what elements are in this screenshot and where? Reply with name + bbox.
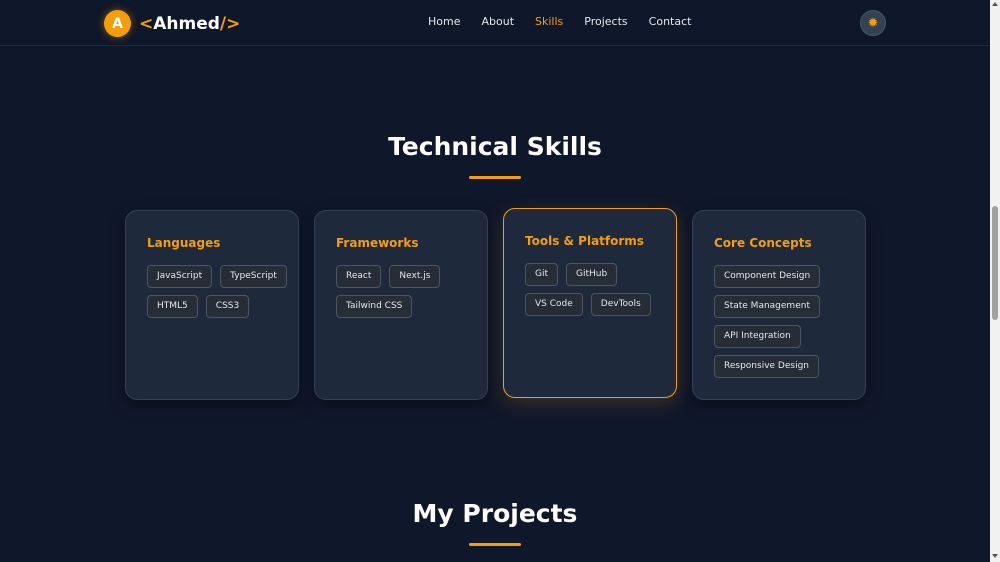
skill-card-frameworks: Frameworks React Next.js Tailwind CSS	[314, 210, 488, 400]
theme-toggle-button[interactable]: ✹	[860, 10, 886, 36]
skill-tag: CSS3	[205, 295, 250, 318]
skill-tag: API Integration	[714, 325, 801, 348]
nav-link-skills[interactable]: Skills	[535, 15, 563, 28]
skill-tag: JavaScript	[147, 265, 213, 288]
scrollbar-thumb[interactable]	[992, 206, 998, 320]
skill-card-title: Languages	[147, 236, 221, 250]
brand-text: <Ahmed/>	[139, 14, 240, 34]
skill-tag: DevTools	[590, 293, 651, 316]
skill-tag: TypeScript	[220, 265, 287, 288]
scroll-up-arrow-icon[interactable]	[992, 2, 998, 6]
nav-link-about[interactable]: About	[481, 15, 514, 28]
brand-close-bracket: />	[219, 13, 241, 34]
skill-tag: VS Code	[525, 293, 583, 316]
skill-tag-list: Git GitHub VS Code DevTools	[525, 263, 665, 316]
page: A <Ahmed/> Home About Skills Projects Co…	[0, 0, 1000, 562]
brand-name: Ahmed	[153, 13, 220, 34]
skill-tag-list: Component Design State Management API In…	[714, 265, 854, 378]
skill-card-languages: Languages JavaScript TypeScript HTML5 CS…	[125, 210, 299, 400]
skill-tag: Next.js	[389, 265, 441, 288]
skill-tag-list: React Next.js Tailwind CSS	[336, 265, 476, 318]
nav-link-projects[interactable]: Projects	[584, 15, 627, 28]
skill-card-title: Frameworks	[336, 236, 419, 250]
scroll-down-arrow-icon[interactable]	[992, 554, 998, 558]
skill-card-title: Core Concepts	[714, 236, 812, 250]
skill-tag: State Management	[714, 295, 820, 318]
nav-link-contact[interactable]: Contact	[649, 15, 692, 28]
skill-tag: Tailwind CSS	[336, 295, 413, 318]
skill-tag: Component Design	[714, 265, 821, 288]
skill-tag: GitHub	[566, 263, 618, 286]
skill-card-core-concepts: Core Concepts Component Design State Man…	[692, 210, 866, 400]
skill-tag: React	[336, 265, 382, 288]
projects-section-title: My Projects	[412, 499, 578, 528]
skill-tag: Git	[525, 263, 559, 286]
brand-badge: A	[104, 10, 131, 37]
skills-title-underline	[469, 176, 521, 179]
skills-section-title: Technical Skills	[388, 132, 602, 161]
skill-tag: HTML5	[147, 295, 198, 318]
skill-tag-list: JavaScript TypeScript HTML5 CSS3	[147, 265, 287, 318]
brand-logo[interactable]: A <Ahmed/>	[104, 10, 240, 37]
projects-title-underline	[469, 543, 521, 546]
skill-tag: Responsive Design	[714, 355, 819, 378]
sun-icon: ✹	[867, 15, 879, 31]
skill-card-tools-platforms: Tools & Platforms Git GitHub VS Code Dev…	[503, 208, 677, 398]
brand-open-bracket: <	[139, 13, 154, 34]
nav-link-home[interactable]: Home	[428, 15, 460, 28]
navbar: A <Ahmed/> Home About Skills Projects Co…	[0, 0, 990, 46]
nav-links: Home About Skills Projects Contact	[428, 15, 712, 28]
skill-card-title: Tools & Platforms	[525, 234, 644, 248]
